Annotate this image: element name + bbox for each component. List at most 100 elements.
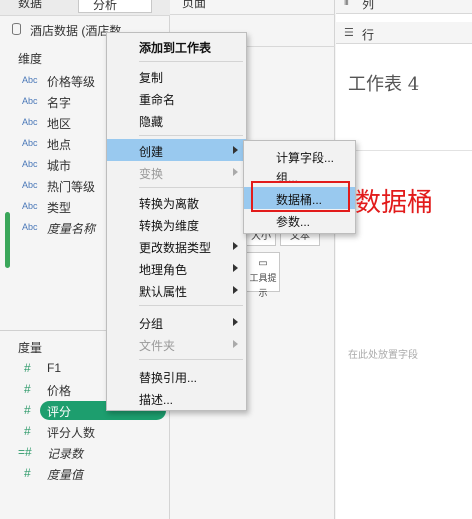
tooltip-icon: ▭ xyxy=(258,258,268,269)
menu-item-copy[interactable]: 复制 xyxy=(107,65,246,87)
field-label: 类型 xyxy=(47,201,72,215)
menu-item-label: 转换为维度 xyxy=(139,219,200,233)
menu-item-replace-references[interactable]: 替换引用... xyxy=(107,365,246,387)
string-type-icon: Abc xyxy=(22,138,38,148)
field-label: 地区 xyxy=(47,117,72,131)
string-type-icon: Abc xyxy=(22,96,38,106)
number-type-icon: # xyxy=(24,424,31,438)
dimensions-header: 维度 xyxy=(18,52,43,66)
data-pane-tabs: 数据 分析 xyxy=(0,0,170,16)
string-type-icon: Abc xyxy=(22,222,38,232)
field-label: 度量值 xyxy=(47,468,84,482)
field-label: 评分人数 xyxy=(47,426,96,440)
sheet-title[interactable]: 工作表 4 xyxy=(348,70,419,96)
menu-item-label: 默认属性 xyxy=(139,285,188,299)
database-icon xyxy=(12,23,21,35)
submenu-arrow-icon xyxy=(233,318,238,326)
string-type-icon: Abc xyxy=(22,75,38,85)
highlight-annotation-box xyxy=(251,181,350,212)
pages-shelf[interactable] xyxy=(170,14,335,15)
columns-icon: ⦀ xyxy=(344,0,349,8)
field-label: 地点 xyxy=(47,138,72,152)
field-label: 城市 xyxy=(47,159,72,173)
menu-separator xyxy=(139,359,243,360)
analysis-tab[interactable]: 分析 xyxy=(78,0,152,13)
columns-shelf[interactable]: ⦀ 列 xyxy=(336,0,472,14)
menu-item-label: 转换为离散 xyxy=(139,197,200,211)
menu-item-convert-to-dimension[interactable]: 转换为维度 xyxy=(107,213,246,235)
view-divider xyxy=(336,150,472,151)
string-type-icon: Abc xyxy=(22,159,38,169)
field-label: F1 xyxy=(47,361,62,375)
menu-item-label: 变换 xyxy=(139,167,164,181)
field-label: 度量名称 xyxy=(47,222,96,236)
menu-separator xyxy=(139,187,243,188)
data-tab[interactable]: 数据 xyxy=(18,0,42,11)
menu-item-rename[interactable]: 重命名 xyxy=(107,87,246,109)
submenu-item-calculated-field[interactable]: 计算字段... xyxy=(244,145,355,167)
menu-item-label: 复制 xyxy=(139,71,164,85)
field-label: 记录数 xyxy=(47,447,84,461)
rows-shelf-label: 行 xyxy=(362,28,375,42)
menu-item-folder: 文件夹 xyxy=(107,333,246,355)
menu-item-label: 创建 xyxy=(139,145,164,159)
calculated-number-icon: =# xyxy=(18,445,32,459)
submenu-arrow-icon xyxy=(233,242,238,250)
rows-icon: ☰ xyxy=(344,27,354,39)
menu-item-describe[interactable]: 描述... xyxy=(107,387,246,409)
rows-shelf[interactable]: ☰ 行 xyxy=(336,22,472,44)
menu-item-label: 更改数据类型 xyxy=(139,241,212,255)
annotation-label: 数据桶 xyxy=(355,187,434,217)
menu-item-add-to-sheet[interactable]: 添加到工作表 xyxy=(107,35,246,57)
menu-item-transform: 变换 xyxy=(107,161,246,183)
menu-separator xyxy=(139,135,243,136)
submenu-item-label: 参数... xyxy=(276,215,311,229)
menu-item-label: 地理角色 xyxy=(139,263,188,277)
number-type-icon: # xyxy=(24,403,31,417)
submenu-item-parameter[interactable]: 参数... xyxy=(244,209,355,231)
menu-item-label: 重命名 xyxy=(139,93,176,107)
pane-splitter-handle[interactable] xyxy=(5,212,10,268)
menu-item-label: 文件夹 xyxy=(139,339,176,353)
columns-shelf-label: 列 xyxy=(362,0,375,11)
menu-item-label: 隐藏 xyxy=(139,115,164,129)
measures-header: 度量 xyxy=(18,341,43,355)
submenu-arrow-icon xyxy=(233,286,238,294)
menu-item-label: 分组 xyxy=(139,317,164,331)
measure-field[interactable]: # 度量值 xyxy=(0,463,170,484)
menu-item-hide[interactable]: 隐藏 xyxy=(107,109,246,131)
string-type-icon: Abc xyxy=(22,180,38,190)
pages-shelf-label: 页面 xyxy=(182,0,207,10)
field-context-menu: 添加到工作表 复制 重命名 隐藏 创建 变换 转换为离散 转换为维度 更改数据类… xyxy=(106,32,247,411)
number-type-icon: # xyxy=(24,466,31,480)
submenu-item-label: 计算字段... xyxy=(276,151,335,165)
measure-field[interactable]: # 评分人数 xyxy=(0,421,170,442)
menu-item-group[interactable]: 分组 xyxy=(107,311,246,333)
field-label: 价格 xyxy=(47,384,72,398)
field-label: 名字 xyxy=(47,96,72,110)
tooltip-label: 工具提示 xyxy=(249,273,277,298)
submenu-arrow-icon xyxy=(233,264,238,272)
menu-separator xyxy=(139,61,243,62)
tooltip-mark-button[interactable]: ▭ 工具提示 xyxy=(246,252,280,298)
submenu-arrow-icon xyxy=(233,146,238,154)
measure-field[interactable]: =# 记录数 xyxy=(0,442,170,463)
submenu-arrow-icon xyxy=(233,340,238,348)
menu-item-label: 替换引用... xyxy=(139,371,198,385)
menu-separator xyxy=(139,305,243,306)
menu-item-create[interactable]: 创建 xyxy=(107,139,246,161)
number-type-icon: # xyxy=(24,361,31,375)
field-label: 评分 xyxy=(47,405,72,419)
number-type-icon: # xyxy=(24,382,31,396)
menu-item-geographic-role[interactable]: 地理角色 xyxy=(107,257,246,279)
menu-item-change-data-type[interactable]: 更改数据类型 xyxy=(107,235,246,257)
string-type-icon: Abc xyxy=(22,117,38,127)
field-label: 价格等级 xyxy=(47,75,96,89)
menu-item-default-properties[interactable]: 默认属性 xyxy=(107,279,246,301)
menu-item-label: 描述... xyxy=(139,393,174,407)
string-type-icon: Abc xyxy=(22,201,38,211)
field-label: 热门等级 xyxy=(47,180,96,194)
submenu-arrow-icon xyxy=(233,168,238,176)
drop-field-hint: 在此处放置字段 xyxy=(348,350,418,361)
menu-item-convert-to-discrete[interactable]: 转换为离散 xyxy=(107,191,246,213)
